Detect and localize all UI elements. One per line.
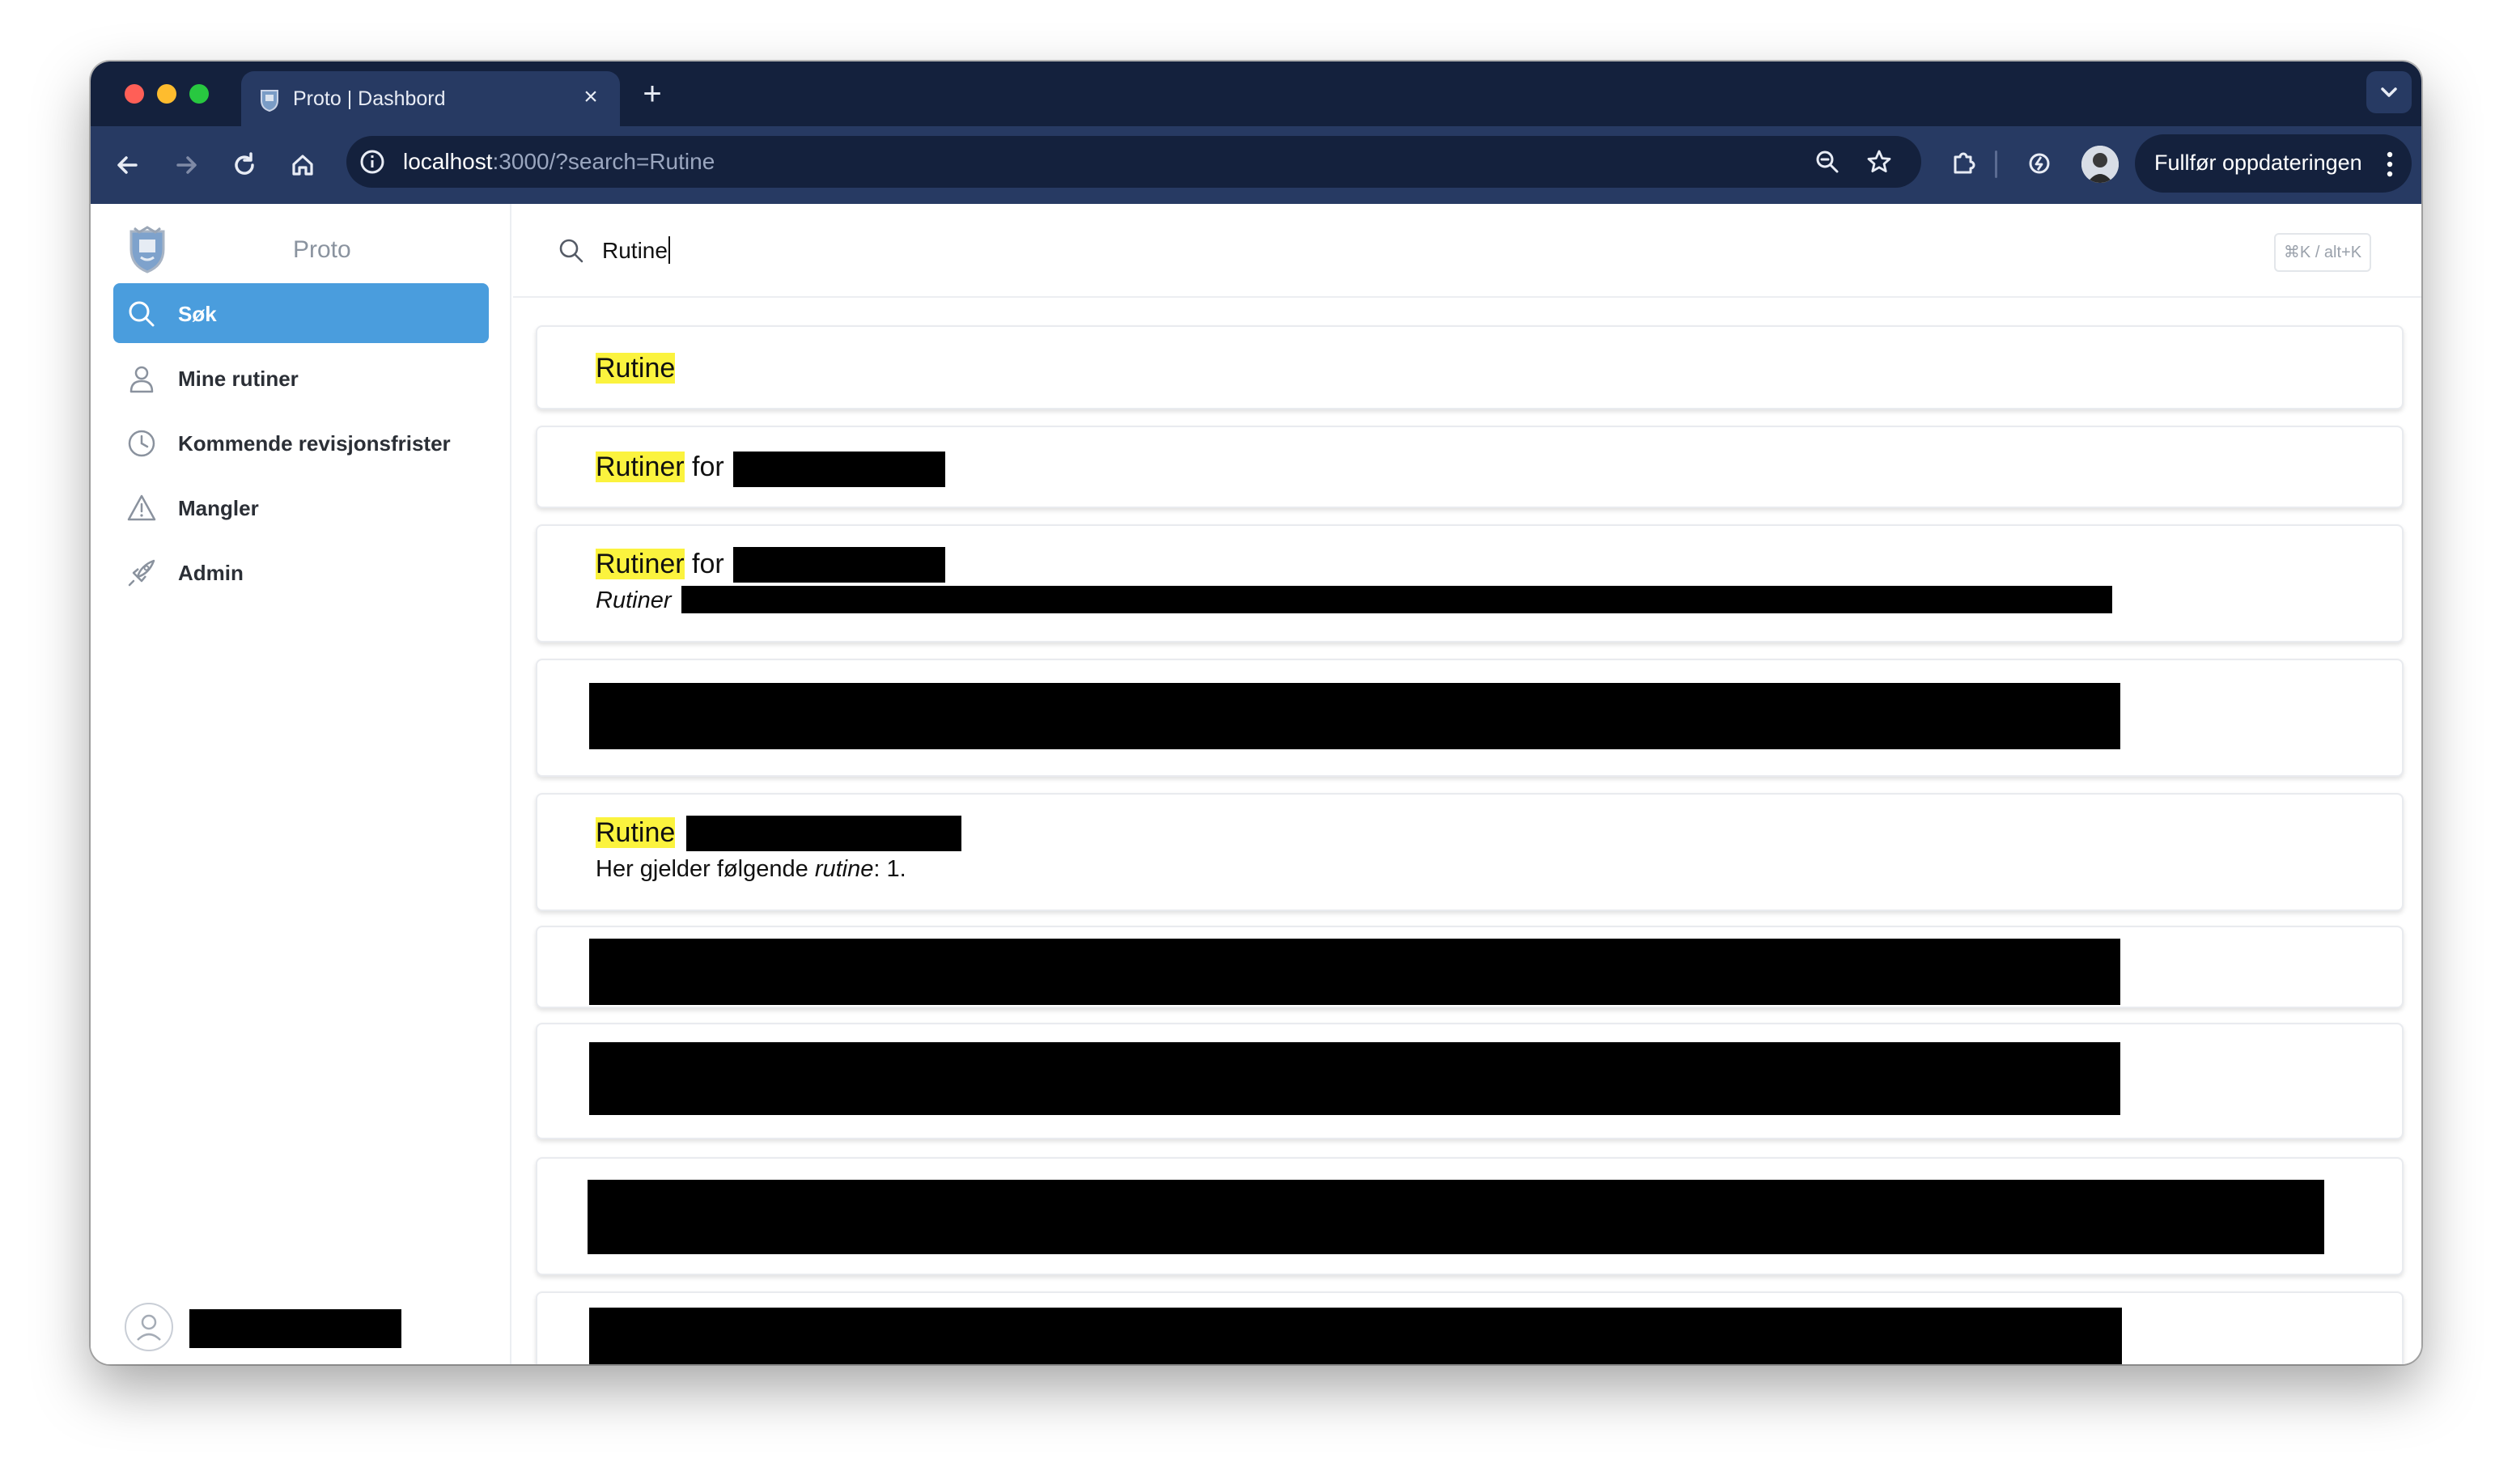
result-title-text: for [684, 549, 732, 579]
person-icon [2081, 146, 2119, 183]
minimize-window-button[interactable] [157, 84, 176, 104]
search-result[interactable] [536, 659, 2404, 777]
search-result[interactable] [536, 1023, 2404, 1139]
search-icon [559, 239, 583, 263]
result-snippet: Her gjelder følgende rutine: 1. [596, 856, 906, 883]
more-vertical-icon [2387, 151, 2393, 177]
redacted-text [589, 1308, 2122, 1364]
address-bar[interactable]: localhost:3000/?search=Rutine [346, 136, 1921, 188]
clock-icon [128, 430, 155, 457]
search-input[interactable] [602, 235, 2059, 267]
sidebar-item-upcoming-revisions[interactable]: Kommende revisjonsfrister [113, 413, 489, 473]
app: Proto Søk Mine rutiner Kommende revisjon… [91, 204, 2421, 1364]
result-highlight: Rutine [596, 353, 676, 384]
browser-tab[interactable]: Proto | Dashbord × [241, 71, 620, 126]
redacted-text [588, 1180, 2324, 1254]
search-result[interactable]: Rutiner for Rutiner [536, 524, 2404, 642]
reload-icon[interactable] [223, 144, 265, 186]
sidebar-item-label: Mine rutiner [178, 367, 299, 391]
result-title: Rutiner for [596, 452, 732, 483]
user-icon [129, 366, 154, 393]
redacted-text [589, 683, 2120, 749]
tab-search-button[interactable] [2366, 71, 2412, 113]
result-title: Rutiner for [596, 549, 732, 580]
crest-icon [261, 90, 278, 112]
redacted-text [589, 1042, 2120, 1115]
result-title: Rutine [596, 817, 676, 849]
result-title-text: for [684, 452, 732, 482]
sidebar-item-label: Søk [178, 302, 217, 326]
forward-icon[interactable] [165, 144, 207, 186]
home-icon[interactable] [282, 144, 324, 186]
result-highlight: Rutine [596, 817, 676, 848]
app-name: Proto [293, 236, 351, 263]
result-highlight: Rutiner [596, 452, 685, 482]
sidebar-item-admin[interactable]: Admin [113, 542, 489, 602]
update-button[interactable]: Fullfør oppdateringen [2135, 134, 2412, 193]
main-content: ⌘K / alt+K Rutine Rutiner for Rutiner fo… [513, 204, 2421, 1364]
snippet-text: Her gjelder følgende [596, 856, 815, 882]
snippet-italic: rutine [814, 856, 874, 882]
user-name-redacted [189, 1309, 401, 1348]
redacted-text [589, 939, 2120, 1005]
redacted-text [733, 547, 945, 583]
sidebar-item-label: Kommende revisjonsfrister [178, 431, 451, 456]
close-tab-icon[interactable]: × [576, 83, 605, 112]
result-highlight: Rutiner [596, 549, 685, 579]
result-title: Rutine [596, 353, 676, 384]
snippet-text: : 1. [873, 856, 906, 882]
search-result[interactable] [536, 1291, 2404, 1364]
performance-icon[interactable] [2020, 144, 2059, 183]
search-result[interactable]: Rutiner for [536, 426, 2404, 508]
sidebar-item-search[interactable]: Søk [113, 283, 489, 343]
back-icon[interactable] [107, 144, 149, 186]
url-host: localhost [403, 149, 493, 174]
url-path: :3000/?search=Rutine [492, 149, 715, 174]
sidebar-item-label: Admin [178, 561, 244, 585]
search-icon [129, 301, 155, 327]
site-info-icon[interactable] [358, 147, 387, 176]
close-window-button[interactable] [125, 84, 144, 104]
user-icon [137, 1314, 161, 1341]
user-avatar[interactable] [125, 1303, 173, 1351]
browser-toolbar: localhost:3000/?search=Rutine Fullfør op… [91, 126, 2421, 204]
extensions-icon[interactable] [1944, 144, 1983, 183]
redacted-text [686, 816, 961, 851]
tab-strip: Proto | Dashbord × + [91, 61, 2421, 126]
chevron-down-icon [2381, 87, 2397, 97]
bookmark-star-icon[interactable] [1865, 147, 1894, 176]
warning-icon [127, 494, 156, 521]
maximize-window-button[interactable] [189, 84, 209, 104]
search-bar: ⌘K / alt+K [513, 204, 2421, 298]
browser-window: Proto | Dashbord × + localhost:3000/?sea… [91, 61, 2421, 1364]
shortcut-hint: ⌘K / alt+K [2274, 233, 2371, 272]
sidebar-item-label: Mangler [178, 496, 259, 520]
toolbar-divider [1995, 151, 1997, 178]
crest-logo-icon[interactable] [126, 225, 168, 273]
search-result[interactable]: Rutine [536, 325, 2404, 409]
text-cursor [668, 236, 670, 264]
result-snippet: Rutiner [596, 587, 672, 613]
search-result[interactable] [536, 926, 2404, 1008]
update-label: Fullfør oppdateringen [2154, 151, 2362, 175]
rocket-icon [128, 559, 155, 587]
sidebar-item-missing[interactable]: Mangler [113, 477, 489, 537]
tab-title: Proto | Dashbord [293, 87, 446, 110]
url-text[interactable]: localhost:3000/?search=Rutine [403, 149, 715, 175]
new-tab-button[interactable]: + [634, 76, 670, 112]
search-result[interactable] [536, 1157, 2404, 1275]
redacted-text [681, 586, 2112, 613]
redacted-text [733, 452, 945, 487]
search-result[interactable]: Rutine Her gjelder følgende rutine: 1. [536, 793, 2404, 911]
zoom-icon[interactable] [1813, 147, 1842, 176]
sidebar: Proto Søk Mine rutiner Kommende revisjon… [91, 204, 511, 1364]
sidebar-item-my-routines[interactable]: Mine rutiner [113, 348, 489, 408]
profile-avatar[interactable] [2081, 146, 2119, 183]
